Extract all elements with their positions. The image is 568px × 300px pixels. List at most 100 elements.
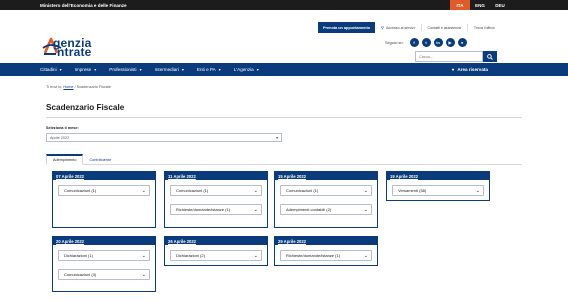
- top-bar: Ministero dell'Economia e delle Finanze …: [0, 0, 568, 10]
- nav-item-professionisti[interactable]: Professionisti ▾: [109, 67, 141, 72]
- nav-label: Enti e PA: [196, 67, 216, 72]
- chevron-down-icon: ⌄: [141, 271, 146, 278]
- nav-label: Professionisti: [109, 67, 137, 72]
- month-select-label: Seleziona il mese:: [46, 126, 79, 130]
- deadline-card: 29 Aprile 2022 Richieste/domande/istanze…: [274, 236, 378, 266]
- card-date-link[interactable]: 19 Aprile 2022: [390, 174, 418, 179]
- month-select-value: Aprile 2022: [50, 135, 70, 140]
- chevron-down-icon: ⌄: [363, 252, 368, 259]
- card-row-label: Comunicazioni (3): [64, 272, 97, 277]
- card-row-dropdown[interactable]: Versamenti (58) ⌄: [392, 185, 484, 196]
- nav-item-enti-pa[interactable]: Enti e PA ▾: [197, 67, 221, 72]
- card-row-dropdown[interactable]: Adempimenti contabili (2) ⌄: [280, 204, 372, 215]
- twitter-icon[interactable]: t: [421, 38, 431, 47]
- chevron-down-icon: ⌄: [253, 187, 258, 194]
- chevron-down-icon: ▾: [59, 67, 62, 72]
- page-title: Scadenzario Fiscale: [46, 103, 125, 112]
- linkedin-icon[interactable]: in: [433, 38, 443, 47]
- tab-contribuente[interactable]: Contribuente: [83, 154, 117, 165]
- reserved-area-label: Area riservata: [457, 67, 488, 72]
- chevron-down-icon: ⌄: [253, 252, 258, 259]
- card-row-label: Richieste/domande/istanze (1): [176, 207, 231, 212]
- reserved-area-button[interactable]: ● Area riservata: [443, 63, 496, 76]
- card-date: 20 Aprile 2022: [53, 237, 155, 245]
- card-row-label: Richieste/domande/istanze (1): [286, 253, 341, 258]
- tab-adempimento[interactable]: Adempimento: [46, 154, 84, 165]
- book-appointment-button[interactable]: Prenota un appuntamento: [318, 22, 376, 33]
- find-office-label: Trova l'ufficio: [473, 25, 495, 30]
- chevron-down-icon: ⌄: [141, 187, 146, 194]
- breadcrumb-current: Scadenzario Fiscale: [76, 85, 111, 89]
- card-date-link[interactable]: 11 Aprile 2022: [168, 174, 196, 179]
- card-row-label: Comunicazioni (1): [176, 188, 209, 193]
- lang-ita[interactable]: ITA: [450, 0, 470, 10]
- chevron-down-icon: ⌄: [253, 206, 258, 213]
- chevron-down-icon: ▾: [94, 67, 97, 72]
- chevron-down-icon: ⌄: [141, 252, 146, 259]
- card-date-link[interactable]: 20 Aprile 2022: [56, 239, 84, 244]
- card-row-label: Versamenti (58): [398, 188, 427, 193]
- nav-item-intermediari[interactable]: Intermediari ▾: [155, 67, 184, 72]
- breadcrumb-prefix: Ti trovi in:: [46, 85, 63, 89]
- card-date-link[interactable]: 26 Aprile 2022: [168, 239, 196, 244]
- lang-deu[interactable]: DEU: [490, 0, 510, 10]
- card-date-link[interactable]: 29 Aprile 2022: [278, 239, 306, 244]
- search-button[interactable]: [483, 51, 497, 62]
- card-date: 29 Aprile 2022: [275, 237, 377, 245]
- deadline-card: 15 Aprile 2022 Comunicazioni (1) ⌄ Adempi…: [274, 171, 378, 228]
- services-access-link[interactable]: ⚲ Accesso ai servizi: [375, 24, 422, 31]
- nav-label: Imprese: [74, 67, 92, 72]
- contacts-label: Contatti e assistenza: [427, 25, 461, 30]
- agenzia-entrate-logo[interactable]: genzia ntrate: [42, 37, 122, 59]
- key-icon: ⚲: [381, 25, 384, 30]
- chevron-down-icon: ⌄: [363, 206, 368, 213]
- deadline-card: 26 Aprile 2022 Dichiarazioni (2) ⌄: [164, 236, 268, 266]
- social-links: Seguici su: f t in ▶ ●: [385, 38, 467, 47]
- card-row-dropdown[interactable]: Comunicazioni (1) ⌄: [280, 185, 372, 196]
- breadcrumb: Ti trovi in: Home / Scadenzario Fiscale: [46, 85, 111, 89]
- card-date: 11 Aprile 2022: [165, 172, 267, 180]
- nav-item-cittadini[interactable]: Cittadini ▾: [40, 67, 62, 72]
- ministry-link[interactable]: Ministero dell'Economia e delle Finanze: [40, 3, 127, 8]
- month-select[interactable]: Aprile 2022 ▾: [46, 133, 282, 142]
- nav-item-imprese[interactable]: Imprese ▾: [75, 67, 97, 72]
- contacts-link[interactable]: Contatti e assistenza: [422, 24, 468, 31]
- card-row-dropdown[interactable]: Richieste/domande/istanze (1) ⌄: [170, 204, 262, 215]
- deadline-card: 19 Aprile 2022 Versamenti (58) ⌄: [386, 171, 490, 201]
- breadcrumb-separator: /: [74, 85, 76, 89]
- rss-icon[interactable]: ●: [457, 38, 467, 47]
- nav-label: L'Agenzia: [233, 67, 254, 72]
- card-row-dropdown[interactable]: Dichiarazioni (1) ⌄: [58, 250, 150, 261]
- card-row-dropdown[interactable]: Comunicazioni (1) ⌄: [170, 185, 262, 196]
- social-label: Seguici su:: [385, 40, 404, 45]
- card-date: 19 Aprile 2022: [387, 172, 489, 180]
- nav-item-agenzia[interactable]: L'Agenzia ▾: [234, 67, 259, 72]
- card-row-label: Comunicazioni (1): [286, 188, 319, 193]
- search-input[interactable]: [415, 51, 483, 62]
- card-row-dropdown[interactable]: Comunicazioni (3) ⌄: [58, 269, 150, 280]
- card-row-dropdown[interactable]: Richieste/domande/istanze (1) ⌄: [280, 250, 372, 261]
- lock-icon: ●: [451, 67, 455, 72]
- card-row-label: Dichiarazioni (2): [176, 253, 205, 258]
- card-date: 07 Aprile 2022: [53, 172, 155, 180]
- deadline-card: 07 Aprile 2022 Comunicazioni (1) ⌄: [52, 171, 156, 228]
- card-date: 26 Aprile 2022: [165, 237, 267, 245]
- card-date-link[interactable]: 15 Aprile 2022: [278, 174, 306, 179]
- youtube-icon[interactable]: ▶: [445, 38, 455, 47]
- find-office-link[interactable]: Trova l'ufficio: [468, 24, 501, 31]
- utility-bar: Prenota un appuntamento ⚲ Accesso ai ser…: [318, 22, 501, 33]
- chevron-down-icon: ▾: [139, 67, 142, 72]
- facebook-icon[interactable]: f: [409, 38, 419, 47]
- card-row-dropdown[interactable]: Dichiarazioni (2) ⌄: [170, 250, 262, 261]
- search-icon: [487, 53, 493, 60]
- language-switcher: ITA ENG DEU: [450, 0, 510, 10]
- card-row-dropdown[interactable]: Comunicazioni (1) ⌄: [58, 185, 150, 196]
- card-row-label: Adempimenti contabili (2): [286, 207, 332, 212]
- card-date-link[interactable]: 07 Aprile 2022: [56, 174, 84, 179]
- logo-line-2: ntrate: [57, 45, 92, 59]
- nav-label: Intermediari: [154, 67, 179, 72]
- chevron-down-icon: ▾: [181, 67, 184, 72]
- breadcrumb-home-link[interactable]: Home: [63, 85, 73, 89]
- deadline-card: 11 Aprile 2022 Comunicazioni (1) ⌄ Richie…: [164, 171, 268, 228]
- lang-eng[interactable]: ENG: [470, 0, 490, 10]
